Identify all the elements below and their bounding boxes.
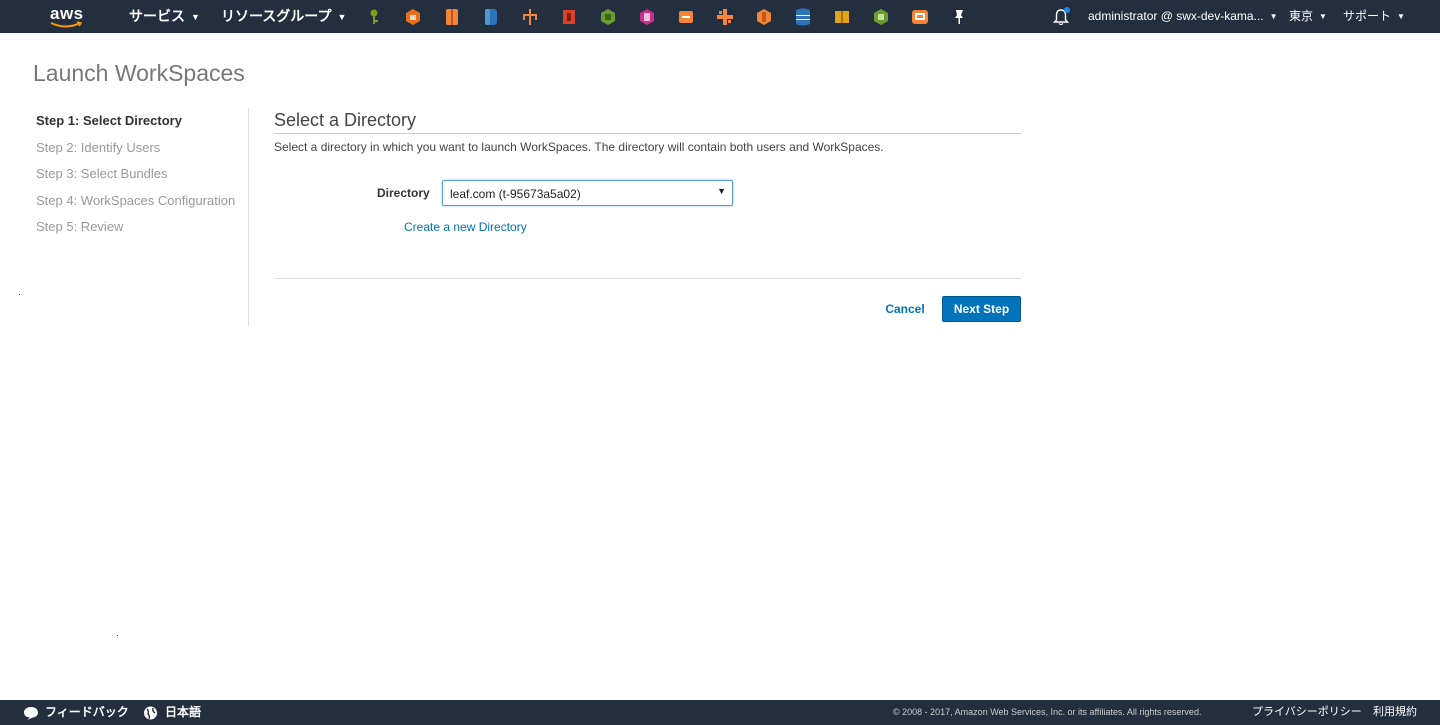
- account-menu-label: administrator @ swx-dev-kama...: [1088, 9, 1264, 23]
- directory-select[interactable]: leaf.com (t-95673a5a02) ▼: [442, 180, 733, 206]
- panel-description: Select a directory in which you want to …: [274, 140, 884, 154]
- compute-icon[interactable]: [443, 8, 461, 26]
- panel-title-divider: [274, 133, 1021, 134]
- shield-icon[interactable]: [404, 8, 422, 26]
- chevron-down-icon: ▼: [191, 11, 200, 22]
- select-directory-panel: Select a Directory Select a directory in…: [274, 108, 1021, 154]
- cross-icon[interactable]: [716, 8, 734, 26]
- support-menu[interactable]: サポート ▼: [1343, 0, 1405, 33]
- directory-select-value: leaf.com (t-95673a5a02): [450, 187, 581, 201]
- services-menu[interactable]: サービス ▼: [129, 0, 200, 33]
- shield-green-icon[interactable]: [872, 8, 890, 26]
- support-menu-label: サポート: [1343, 9, 1392, 23]
- database-icon[interactable]: [482, 8, 500, 26]
- storage-icon[interactable]: [755, 8, 773, 26]
- services-menu-label: サービス: [129, 8, 185, 24]
- stray-dot: [19, 294, 20, 295]
- step-select-bundles: Step 3: Select Bundles: [36, 166, 168, 182]
- create-directory-link[interactable]: Create a new Directory: [404, 220, 527, 234]
- network-icon[interactable]: [521, 8, 539, 26]
- step-workspaces-configuration: Step 4: WorkSpaces Configuration: [36, 192, 236, 208]
- globe-icon: [144, 706, 157, 720]
- language-label: 日本語: [165, 705, 202, 719]
- feedback-button[interactable]: フィードバック: [23, 700, 129, 725]
- workspaces-icon[interactable]: [911, 8, 929, 26]
- privacy-policy-link[interactable]: プライバシーポリシー: [1252, 700, 1362, 725]
- pin-icon[interactable]: [950, 8, 968, 26]
- chevron-down-icon: ▼: [337, 11, 347, 22]
- routing-icon[interactable]: [677, 8, 695, 26]
- security-icon[interactable]: [560, 8, 578, 26]
- feedback-label: フィードバック: [45, 705, 129, 719]
- stray-dot: [117, 635, 118, 636]
- step-review: Step 5: Review: [36, 219, 124, 235]
- account-menu[interactable]: administrator @ swx-dev-kama... ▼: [1088, 0, 1277, 33]
- wizard-steps: Step 1: Select Directory Step 2: Identif…: [36, 113, 246, 246]
- notification-dot: [1064, 7, 1070, 13]
- region-menu-label: 東京: [1289, 9, 1314, 23]
- aws-logo[interactable]: aws: [50, 4, 84, 30]
- copyright-text: © 2008 - 2017, Amazon Web Services, Inc.…: [893, 707, 1202, 717]
- resource-groups-menu[interactable]: リソースグループ ▼: [221, 0, 346, 33]
- language-button[interactable]: 日本語: [143, 700, 201, 725]
- dropdown-arrow-icon: ▼: [717, 186, 726, 196]
- key-icon[interactable]: [365, 8, 383, 26]
- speech-bubble-icon: [24, 707, 38, 720]
- page-title: Launch WorkSpaces: [33, 60, 245, 86]
- region-menu[interactable]: 東京 ▼: [1289, 0, 1327, 33]
- sidebar-divider: [248, 108, 249, 326]
- terms-link[interactable]: 利用規約: [1373, 700, 1417, 725]
- directory-label: Directory: [377, 186, 430, 200]
- cancel-button[interactable]: Cancel: [876, 296, 934, 322]
- chevron-down-icon: ▼: [1397, 12, 1405, 22]
- aws-smile-icon: [50, 21, 83, 28]
- top-navigation-bar: aws サービス ▼ リソースグループ ▼ administrator @ sw…: [0, 0, 1440, 33]
- resource-groups-menu-label: リソースグループ: [221, 8, 332, 24]
- database-stack-icon[interactable]: [794, 8, 812, 26]
- step-identify-users: Step 2: Identify Users: [36, 139, 161, 155]
- notifications-bell-icon[interactable]: [1052, 7, 1070, 26]
- next-step-button[interactable]: Next Step: [942, 296, 1021, 322]
- cube-icon[interactable]: [599, 8, 617, 26]
- step-select-directory: Step 1: Select Directory: [36, 113, 182, 128]
- chevron-down-icon: ▼: [1319, 12, 1327, 22]
- mobile-icon[interactable]: [638, 8, 656, 26]
- actions-divider: [274, 278, 1021, 279]
- chevron-down-icon: ▼: [1269, 12, 1278, 22]
- box-icon[interactable]: [833, 8, 851, 26]
- footer-bar: フィードバック 日本語 © 2008 - 2017, Amazon Web Se…: [0, 700, 1440, 725]
- panel-title: Select a Directory: [274, 110, 417, 130]
